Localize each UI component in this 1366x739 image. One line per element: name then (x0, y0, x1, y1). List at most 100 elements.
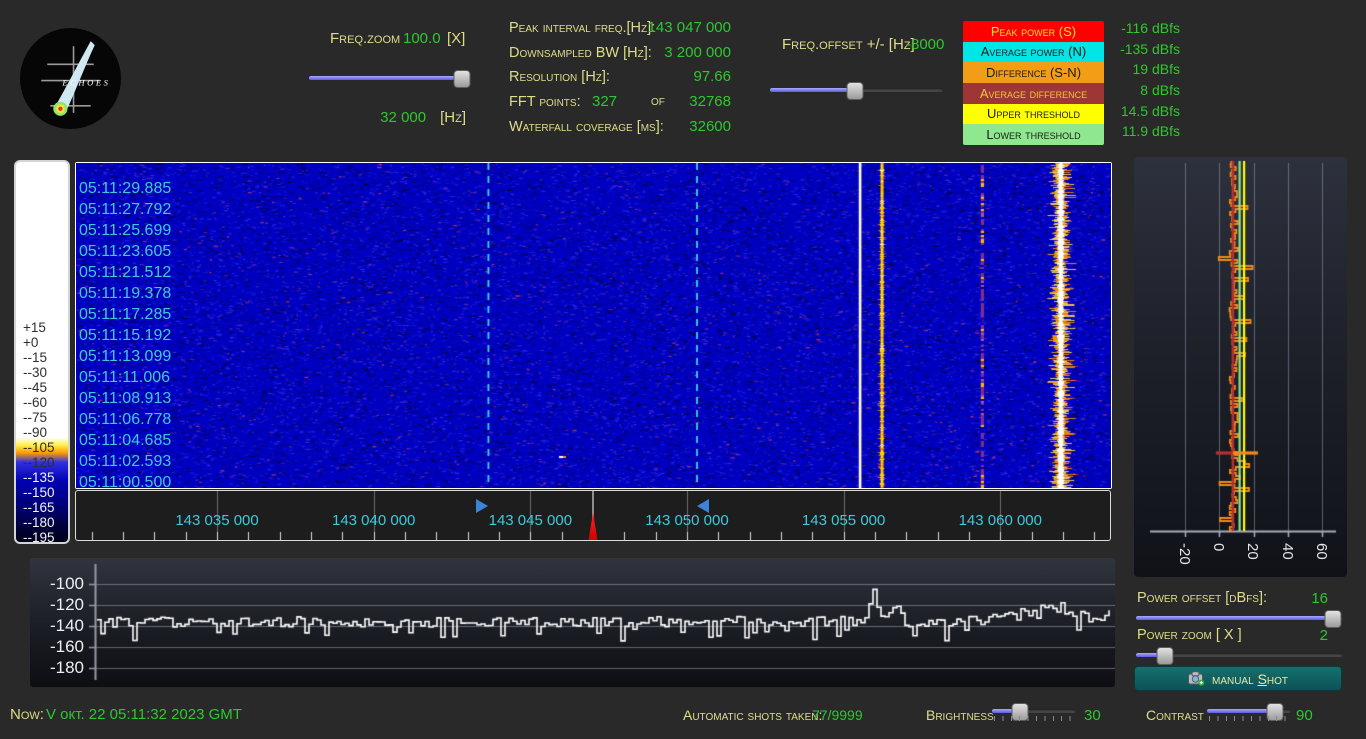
trace-legend: Peak power (S) Average power (N) Differe… (963, 21, 1104, 145)
waterfall-timestamp: 05:11:25.699 (79, 222, 172, 239)
freq-offset-label: Freq.offset +/- [Hz] (782, 36, 915, 53)
legend-difference-button[interactable]: Difference (S-N) (963, 62, 1104, 83)
freq-zoom-value: 100.0 (403, 30, 441, 47)
diff-tick-label: 40 (1279, 543, 1296, 560)
fft-points-total: 32768 (689, 93, 731, 111)
waterfall-timestamp: 05:11:04.685 (79, 432, 172, 449)
power-tick-label: -160 (49, 637, 84, 656)
freq-tick-label: 143 055 000 (801, 512, 886, 529)
auto-shots-value: 77/9999 (812, 707, 863, 723)
peak-interval-freq-value: 143 047 000 (647, 19, 731, 36)
freq-tick-label: 143 045 000 (488, 512, 573, 529)
manual-shot-button[interactable]: manual Shot (1134, 666, 1342, 691)
echoes-logo: ECHOES (20, 28, 121, 129)
difference-spectrum-canvas (1134, 157, 1347, 577)
svg-text:ECHOES: ECHOES (61, 78, 110, 88)
freq-zoom-label: Freq.zoom (330, 30, 401, 47)
freq-offset-slider-thumb[interactable] (846, 82, 864, 100)
freq-span-value: 32 000 (380, 109, 427, 126)
power-colorbar: +15 +0 --15 --30 --45 --60 --75 --90 --1… (14, 160, 70, 545)
power-tick-label: -140 (49, 616, 84, 635)
now-value: V окт. 22 05:11:32 2023 GMT (46, 706, 242, 723)
spectrum-info-panel: Peak interval freq.[Hz]: 143 047 000 Dow… (509, 19, 731, 142)
power-offset-label: Power offset [dBfs]: (1137, 590, 1268, 606)
lower-threshold-value: 11.9 dBfs (1121, 123, 1180, 140)
diff-tick-label: -20 (1176, 543, 1193, 565)
info-row-resolution: Resolution [Hz]: 97.66 (509, 68, 731, 86)
resolution-value: 97.66 (693, 68, 731, 86)
interval-end-marker-icon[interactable] (697, 499, 710, 513)
contrast-label: Contrast (1146, 707, 1204, 723)
waterfall-timestamp: 05:11:00.500 (79, 474, 172, 491)
freq-tick-label: 143 040 000 (331, 512, 416, 529)
freq-span-unit: [Hz] (440, 109, 466, 126)
freq-zoom-unit: [X] (447, 30, 466, 47)
power-tick-label: -180 (49, 658, 84, 677)
contrast-slider[interactable] (1207, 703, 1291, 721)
power-tick-label: -100 (49, 574, 84, 593)
freq-tick-label: 143 060 000 (958, 512, 1042, 529)
waterfall-timestamp: 05:11:08.913 (79, 390, 172, 407)
power-zoom-slider[interactable] (1136, 647, 1343, 665)
brightness-label: Brightness (926, 707, 994, 723)
diff-tick-label: 60 (1313, 543, 1330, 560)
waterfall-canvas (76, 163, 1111, 488)
brightness-slider[interactable] (992, 703, 1076, 721)
power-offset-value: 16 (1311, 590, 1328, 607)
freq-offset-slider[interactable] (770, 82, 943, 100)
contrast-value: 90 (1296, 707, 1313, 724)
legend-average-power-button[interactable]: Average power (N) (963, 41, 1104, 63)
average-power-value: -135 dBfs (1120, 40, 1180, 57)
power-spectrum-plot: -100 -120 -140 -160 -180 (30, 558, 1115, 687)
slider-ticks (994, 716, 1076, 721)
downsampled-bw-value: 3 200 000 (664, 43, 731, 61)
waterfall-timestamp: 05:11:06.778 (79, 411, 172, 428)
camera-icon (1187, 671, 1205, 686)
legend-peak-power-button[interactable]: Peak power (S) (963, 21, 1104, 42)
power-zoom-label: Power zoom [ X ] (1137, 627, 1242, 643)
power-zoom-slider-thumb[interactable] (1156, 647, 1174, 665)
waterfall-display: 05:11:29.885 05:11:27.792 05:11:25.699 0… (75, 162, 1112, 491)
average-difference-value: 8 dBfs (1140, 82, 1180, 99)
waterfall-timestamp: 05:11:27.792 (79, 201, 172, 218)
freq-tick-label: 143 050 000 (645, 512, 729, 529)
frequency-ruler: 143 035 000 143 040 000 143 045 000 143 … (75, 490, 1111, 541)
interval-start-marker-icon[interactable] (476, 499, 489, 513)
waterfall-timestamp: 05:11:13.099 (79, 348, 172, 365)
now-label: Now: (10, 706, 44, 723)
waterfall-timestamp: 05:11:02.593 (79, 453, 172, 470)
fft-of-label: of (651, 93, 665, 110)
power-spectrum-canvas (30, 558, 1115, 687)
power-zoom-value: 2 (1319, 627, 1328, 644)
shot-label: manual Shot (1211, 670, 1289, 687)
diff-tick-label: 20 (1244, 543, 1261, 560)
difference-value: 19 dBfs (1132, 61, 1180, 78)
legend-upper-threshold-button[interactable]: Upper threshold (963, 103, 1104, 125)
info-row-fft-points: FFT points: 327 of 32768 (509, 93, 731, 111)
legend-average-difference-button[interactable]: Average difference (963, 82, 1104, 104)
waterfall-timestamp: 05:11:19.378 (79, 285, 172, 302)
slider-ticks (1209, 716, 1291, 721)
diff-tick-label: 0 (1210, 543, 1227, 552)
difference-spectrum-panel: -20 0 20 40 60 (1134, 157, 1347, 577)
power-offset-slider-thumb[interactable] (1324, 610, 1342, 628)
power-offset-slider[interactable] (1136, 610, 1343, 628)
freq-zoom-slider-thumb[interactable] (453, 70, 471, 88)
waterfall-timestamp: 05:11:23.605 (79, 243, 172, 260)
info-row-waterfall-coverage: Waterfall coverage [ms]: 32600 (509, 117, 731, 135)
freq-offset-value: -8000 (906, 36, 945, 53)
echoes-app: ECHOES Freq.zoom 100.0 [X] 32 000 [Hz] Pe… (0, 0, 1366, 739)
peak-power-value: -116 dBfs (1121, 20, 1180, 36)
waterfall-timestamp: 05:11:17.285 (79, 306, 172, 323)
legend-lower-threshold-button[interactable]: Lower threshold (963, 124, 1104, 145)
freq-zoom-slider[interactable] (309, 70, 471, 88)
waterfall-timestamp: 05:11:29.885 (79, 180, 172, 197)
waterfall-coverage-value: 32600 (689, 117, 731, 135)
power-tick-label: -120 (49, 595, 84, 614)
upper-threshold-value: 14.5 dBfs (1120, 102, 1180, 119)
freq-span: 32 000 [Hz] (309, 109, 466, 127)
brightness-value: 30 (1084, 707, 1101, 724)
info-row-peak-freq: Peak interval freq.[Hz]: 143 047 000 (509, 19, 731, 36)
waterfall-timestamp: 05:11:11.006 (79, 369, 171, 386)
waterfall-timestamp: 05:11:15.192 (79, 327, 172, 344)
